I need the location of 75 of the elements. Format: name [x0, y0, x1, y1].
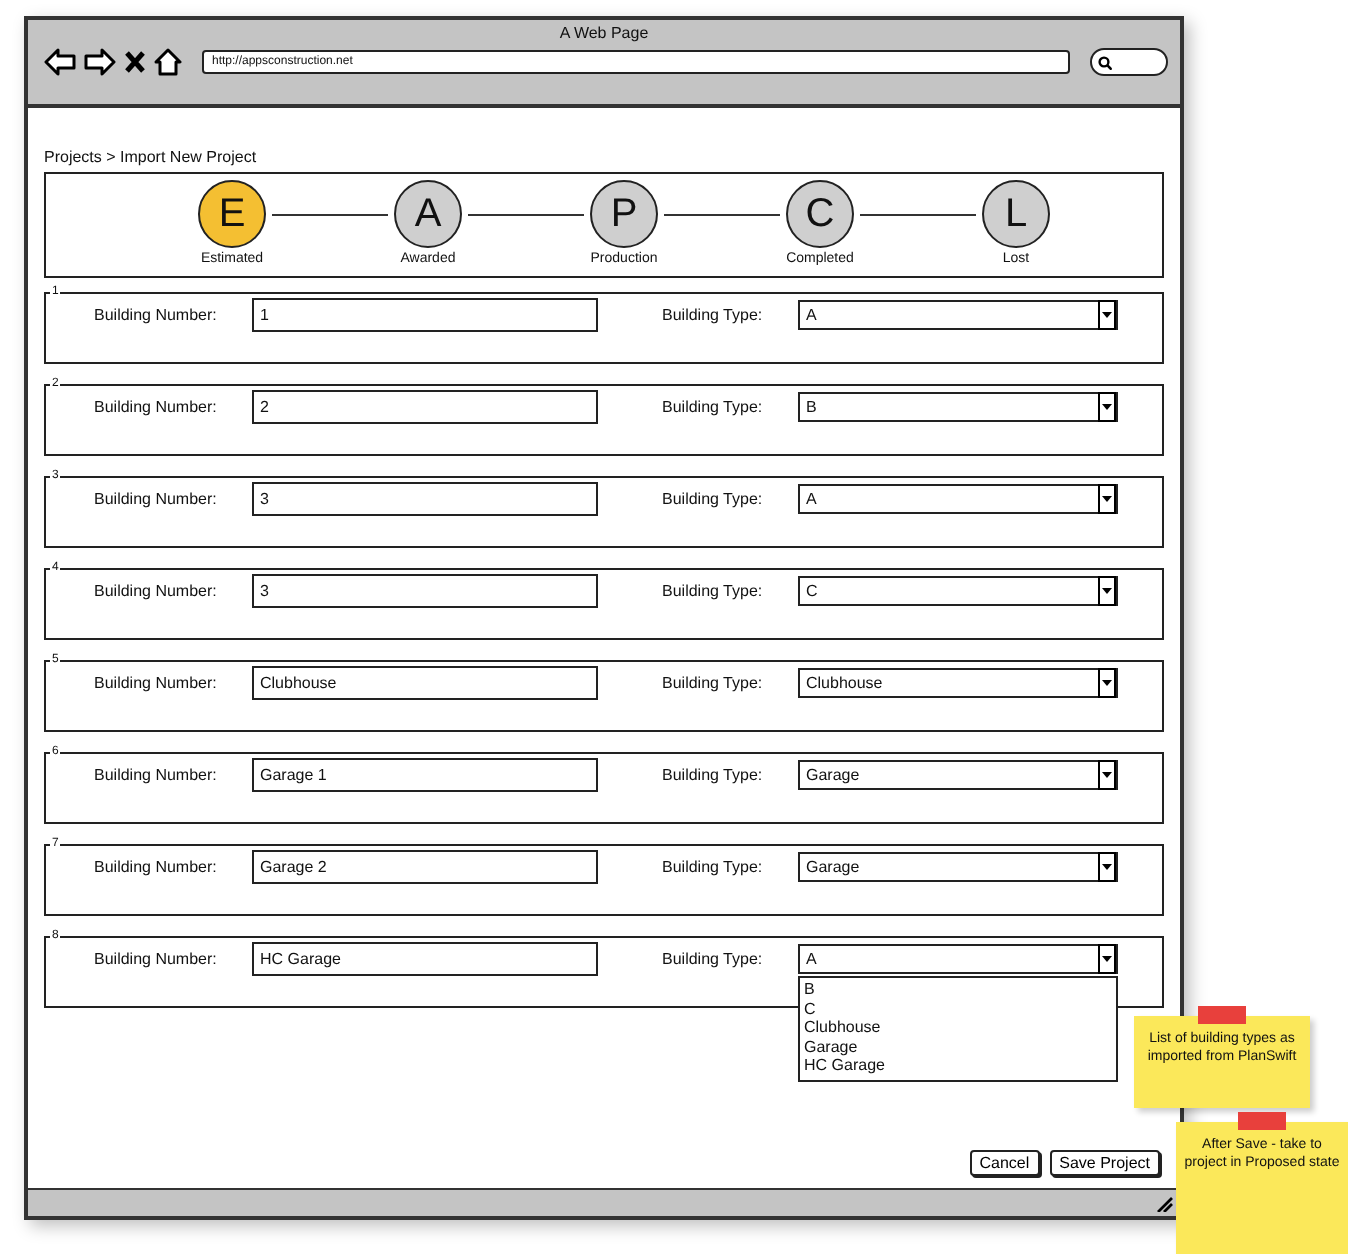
tape	[1198, 1006, 1246, 1024]
search-icon	[1098, 55, 1112, 69]
dropdown[interactable]: A	[798, 484, 1118, 514]
dropdown-value: C	[806, 582, 818, 600]
step-circle[interactable]: C	[786, 180, 854, 248]
input-field[interactable]: HC Garage	[252, 942, 598, 976]
caret-icon[interactable]	[1098, 576, 1116, 606]
caret-icon[interactable]	[1098, 668, 1116, 698]
input-field[interactable]: 3	[252, 482, 598, 516]
dropdown[interactable]: Garage	[798, 852, 1118, 882]
dropdown-value: Garage	[806, 858, 860, 876]
forward-icon[interactable]	[84, 48, 116, 76]
dropdown-value: B	[806, 398, 817, 416]
button[interactable]: Cancel	[969, 1150, 1040, 1176]
caret-icon[interactable]	[1098, 852, 1116, 882]
field-label: Building Number:	[94, 490, 219, 508]
dropdown-option[interactable]: B	[804, 980, 1112, 999]
input-field[interactable]: Garage 1	[252, 758, 598, 792]
field-label: Building Number:	[94, 950, 219, 968]
dropdown-option[interactable]: HC Garage	[804, 1056, 1112, 1075]
input-field[interactable]: 1	[252, 298, 598, 332]
field-label: Building Type:	[662, 858, 765, 876]
field-label: Building Number:	[94, 674, 219, 692]
caret-icon[interactable]	[1098, 392, 1116, 422]
resize-grip-icon[interactable]	[1156, 1195, 1174, 1211]
field-label: Building Number:	[94, 398, 219, 416]
field-label: Building Number:	[94, 582, 219, 600]
dropdown-value: A	[806, 490, 817, 508]
input-field[interactable]: Garage 2	[252, 850, 598, 884]
field-label: Building Number:	[94, 766, 219, 784]
dropdown-value: Clubhouse	[806, 674, 883, 692]
dropdown-value: Garage	[806, 766, 860, 784]
dropdown[interactable]: C	[798, 576, 1118, 606]
back-icon[interactable]	[44, 48, 76, 76]
input-field[interactable]: 2	[252, 390, 598, 424]
dropdown-option[interactable]: Garage	[804, 1037, 1112, 1056]
step-circle[interactable]: A	[394, 180, 462, 248]
caret-icon[interactable]	[1098, 944, 1116, 974]
tape	[1238, 1112, 1286, 1130]
dropdown-option[interactable]: C	[804, 999, 1112, 1018]
step-circle[interactable]: E	[198, 180, 266, 248]
field-label: Building Type:	[662, 398, 765, 416]
step-circle[interactable]: P	[590, 180, 658, 248]
dropdown[interactable]: A	[798, 944, 1118, 974]
field-label: Building Type:	[662, 306, 765, 324]
button[interactable]: Save Project	[1049, 1150, 1160, 1176]
dropdown[interactable]: A	[798, 300, 1118, 330]
dropdown[interactable]: B	[798, 392, 1118, 422]
dropdown[interactable]: Clubhouse	[798, 668, 1118, 698]
caret-icon[interactable]	[1098, 300, 1116, 330]
field-label: Building Type:	[662, 582, 765, 600]
field-label: Building Type:	[662, 674, 765, 692]
home-icon[interactable]	[154, 48, 182, 76]
connector-line	[468, 214, 584, 216]
caret-icon[interactable]	[1098, 760, 1116, 790]
dropdown-option[interactable]: Clubhouse	[804, 1018, 1112, 1037]
connector-line	[664, 214, 780, 216]
window-title: A Web Page	[559, 24, 649, 42]
dropdown-value: A	[806, 306, 817, 324]
dropdown[interactable]: Garage	[798, 760, 1118, 790]
field-label: Building Type:	[662, 766, 765, 784]
connector-line	[272, 214, 388, 216]
input-field[interactable]: Clubhouse	[252, 666, 598, 700]
input-field[interactable]: 3	[252, 574, 598, 608]
field-label: Building Type:	[662, 950, 765, 968]
caret-icon[interactable]	[1098, 484, 1116, 514]
connector-line	[860, 214, 976, 216]
step-circle[interactable]: L	[982, 180, 1050, 248]
dropdown-value: A	[806, 950, 817, 968]
close-icon[interactable]	[124, 50, 146, 74]
field-label: Building Number:	[94, 858, 219, 876]
field-label: Building Number:	[94, 306, 219, 324]
field-label: Building Type:	[662, 490, 765, 508]
search-field[interactable]	[1090, 48, 1168, 76]
breadcrumb: Projects > Import New Project	[44, 148, 259, 166]
